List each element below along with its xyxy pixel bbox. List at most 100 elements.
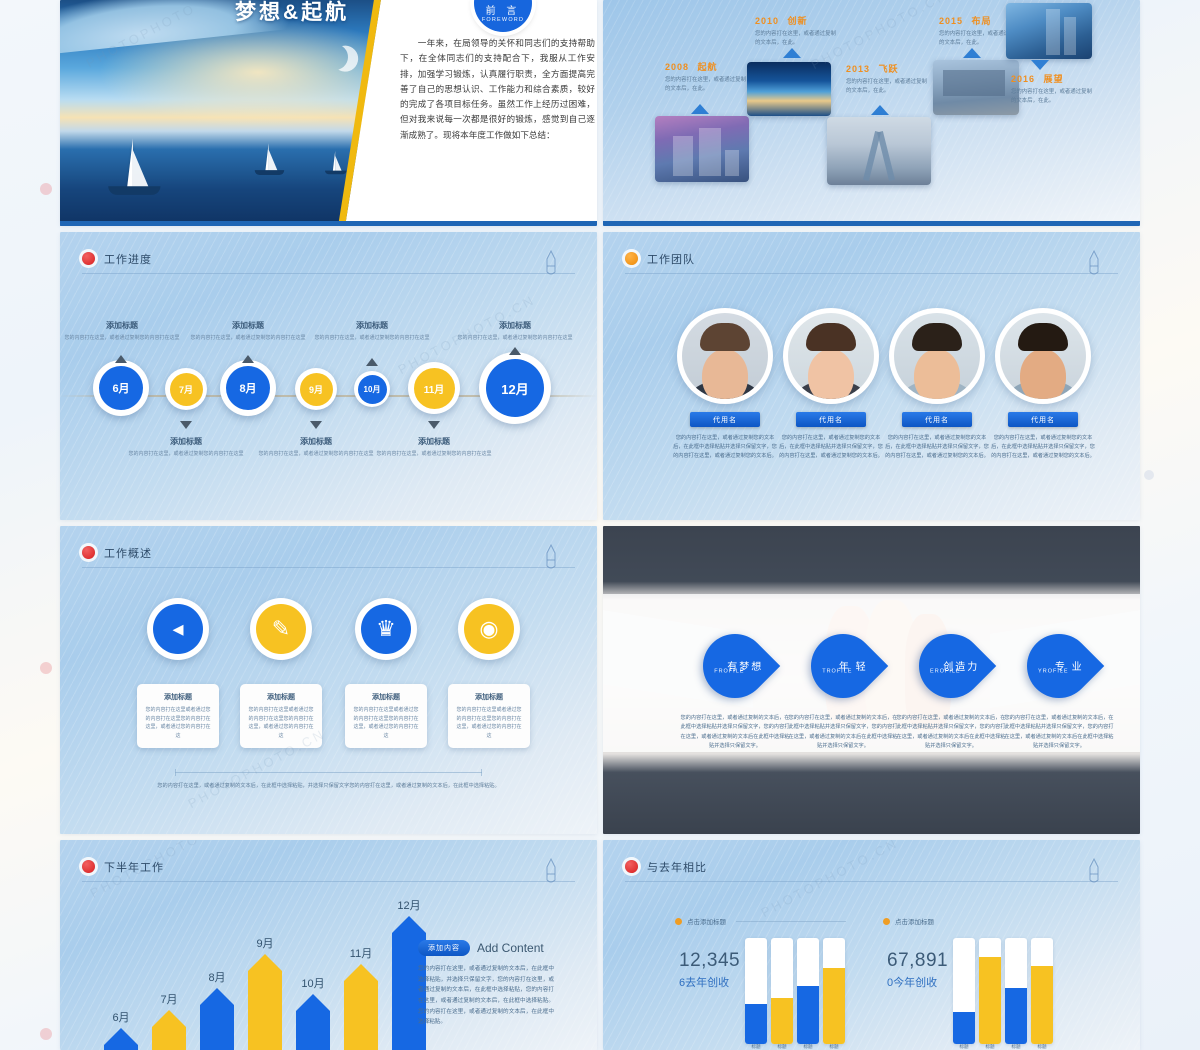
avatar[interactable]: [783, 308, 879, 404]
slide-secondhalf[interactable]: 下半年工作 6月 7月 8月 9月 10月 11月 12月 添加内容 Add C…: [60, 840, 597, 1050]
add-content-row[interactable]: 添加内容 Add Content: [418, 940, 544, 956]
overview-card[interactable]: 添加标题 您的内容打在这里或者通过您的内容打在这里您的内容打在这里，或者通过您的…: [345, 684, 427, 748]
arrow-bar-chart: 6月 7月 8月 9月 10月 11月 12月: [104, 890, 434, 1050]
compare-bar[interactable]: [953, 938, 975, 1044]
group-header-text: 点击添加标题: [895, 919, 934, 926]
timeline-node[interactable]: 11月: [408, 362, 460, 414]
timeline-caption: 添加标题 您的内容打在这里，或者通过复制您的内容打在这里: [312, 320, 432, 342]
compare-bar-label: 标题: [803, 1044, 813, 1049]
value-desc: 您的内容打在这里，或者通过复制的文本后，在此框中选择粘贴并选择只保留文字，您的内…: [1004, 715, 1114, 749]
value-subtitle: TROFILE: [822, 668, 853, 675]
timeline-node[interactable]: 7月: [165, 368, 207, 410]
milestone-2010[interactable]: 2010 创新 您的内容打在这里，或者通过复制的文本后，在此。: [755, 14, 841, 47]
cover-body-text: 一年来，在局领导的关怀和同志们的支持帮助下，在全体同志们的支持配合下，我服从工作…: [400, 38, 595, 140]
bar-6: 6月: [104, 1012, 138, 1050]
red-dot-icon: [82, 546, 95, 559]
member-name-badge[interactable]: 代用名: [796, 412, 866, 427]
overview-card[interactable]: 添加标题 您的内容打在这里或者通过您的内容打在这里您的内容打在这里，或者通过您的…: [240, 684, 322, 748]
milestone-2008[interactable]: 2008 起航 您的内容打在这里，或者通过复制的文本后，在此。: [665, 60, 751, 93]
caption-desc: 您的内容打在这里，或者通过复制您的内容打在这里: [314, 335, 430, 341]
avatar[interactable]: [995, 308, 1091, 404]
compare-bar[interactable]: [745, 938, 767, 1044]
triangle-marker-icon: [871, 105, 889, 115]
compare-bar[interactable]: [797, 938, 819, 1044]
member-name-badge[interactable]: 代用名: [1008, 412, 1078, 427]
milestone-thumb-2008[interactable]: [655, 116, 749, 182]
timeline-node[interactable]: 6月: [93, 360, 149, 416]
compare-bar[interactable]: [823, 938, 845, 1044]
deck-row-2: 工作进度 6月 7月 8月 9月 10月 11月 12月 添加标题 您的内容打在…: [60, 232, 1140, 520]
compare-group-header: 点击添加标题: [675, 916, 846, 926]
member-name: 代用名: [925, 416, 949, 424]
caption-desc: 您的内容打在这里，或者通过复制您的内容打在这里: [376, 451, 492, 457]
timeline-node-label: 7月: [169, 372, 203, 406]
bullet-dot-icon: [675, 917, 682, 925]
pen-icon: [546, 250, 556, 275]
timeline-caption: 添加标题 您的内容打在这里，或者通过复制您的内容打在这里: [126, 436, 246, 458]
milestone-2016[interactable]: 2016 展望 您的内容打在这里，或者通过复制的文本后，在此。: [1011, 72, 1097, 105]
foreword-badge-cn: 前 言: [485, 6, 521, 17]
arrow-down-icon: [180, 421, 192, 429]
overview-note: 您的内容打在这里，或者通过复制的文本后，在此框中选择粘贴，并选择只保留文字您的内…: [157, 783, 500, 789]
overview-card[interactable]: 添加标题 您的内容打在这里或者通过您的内容打在这里您的内容打在这里，或者通过您的…: [448, 684, 530, 748]
icon-glyph: ✎: [256, 604, 306, 654]
bar-9: 9月: [248, 938, 282, 1050]
timeline-node[interactable]: 8月: [220, 360, 276, 416]
caption-desc: 您的内容打在这里，或者通过复制您的内容打在这里: [190, 335, 306, 341]
avatar[interactable]: [677, 308, 773, 404]
overview-card[interactable]: 添加标题 您的内容打在这里或者通过您的内容打在这里您的内容打在这里，或者通过您的…: [137, 684, 219, 748]
arrow-up-icon: [509, 347, 521, 355]
timeline-node[interactable]: 12月: [479, 352, 551, 424]
slide-team[interactable]: 工作团队 代用名 您的内容打在这里，或者通过复制您的文本后，在此框中选择粘贴并选…: [603, 232, 1140, 520]
compare-bar[interactable]: [979, 938, 1001, 1044]
document-pen-icon[interactable]: ✎: [250, 598, 312, 660]
milestone-year: 2008: [665, 62, 690, 72]
add-content-body: 您的内容打在这里，或者通过复制的文本后，在此框中选择粘贴，并选择只保留文字，您的…: [418, 966, 554, 1026]
triangle-marker-icon: [1031, 60, 1049, 70]
slide-title: 工作概述: [104, 547, 152, 560]
play-circle-icon[interactable]: ◂: [147, 598, 209, 660]
value-subtitle: YROFILE: [1038, 668, 1069, 675]
bar-label: 11月: [349, 948, 373, 960]
caption-title: 添加标题: [170, 437, 202, 446]
milestone-thumb-2016[interactable]: [1006, 3, 1092, 59]
compare-bar-label: 标题: [1037, 1044, 1047, 1049]
compare-sub-text: 去年创收: [685, 977, 730, 989]
timeline-caption: 添加标题 您的内容打在这里，或者通过复制您的内容打在这里: [256, 436, 376, 458]
slide-milestones[interactable]: 2008 起航 您的内容打在这里，或者通过复制的文本后，在此。 2010 创新 …: [603, 0, 1140, 226]
member-desc: 您的内容打在这里，或者通过复制您的文本后，在此框中选择粘贴并选择只保留文字，您的…: [885, 435, 989, 460]
arrow-up-icon: [366, 358, 378, 366]
timeline-node[interactable]: 10月: [354, 371, 390, 407]
milestone-2013[interactable]: 2013 飞跃 您的内容打在这里，或者通过复制的文本后，在此。: [846, 62, 932, 95]
milestone-thumb-2010[interactable]: [747, 62, 831, 116]
milestone-thumb-2015[interactable]: [933, 60, 1019, 115]
bg-dot: [40, 662, 52, 674]
timeline-node-label: 11月: [413, 367, 455, 409]
value-desc: 您的内容打在这里，或者通过复制的文本后，在此框中选择粘贴并选择只保留文字，您的内…: [896, 715, 1006, 749]
compare-bar[interactable]: [1031, 938, 1053, 1044]
shield-crown-icon[interactable]: ♛: [355, 598, 417, 660]
timeline-node[interactable]: 9月: [295, 368, 337, 410]
value-subtitle: EROFILE: [930, 668, 961, 675]
pen-icon: [546, 858, 556, 883]
slide-title: 工作进度: [104, 253, 152, 266]
slide-values[interactable]: 有梦想 FROFILE 您的内容打在这里，或者通过复制的文本后，在此框中选择粘贴…: [603, 526, 1140, 834]
slide-cover[interactable]: 梦想&起航 前 言 FOREWORD 一年来，在局领导的关怀和同志们的支持帮助下…: [60, 0, 597, 226]
triangle-marker-icon: [783, 48, 801, 58]
badge-seal-icon[interactable]: ◉: [458, 598, 520, 660]
compare-bar[interactable]: [1005, 938, 1027, 1044]
sailboat: [254, 143, 285, 176]
compare-bar-label: 标题: [1011, 1044, 1021, 1049]
caption-desc: 您的内容打在这里，或者通过复制您的内容打在这里: [258, 451, 374, 457]
member-name: 代用名: [1031, 416, 1055, 424]
member-name-badge[interactable]: 代用名: [902, 412, 972, 427]
value-desc: 您的内容打在这里，或者通过复制的文本后，在此框中选择粘贴并选择只保留文字，您的内…: [680, 715, 790, 749]
slide-overview[interactable]: 工作概述 ◂ ✎ ♛ ◉ 添加标题 您的内容打在这里或者通过您的内容打在这里您的…: [60, 526, 597, 834]
timeline-node-label: 9月: [299, 372, 333, 406]
slide-progress[interactable]: 工作进度 6月 7月 8月 9月 10月 11月 12月 添加标题 您的内容打在…: [60, 232, 597, 520]
slide-compare[interactable]: 与去年相比 点击添加标题 12,345 6去年创收 标题 标题 标题 标题 点击…: [603, 840, 1140, 1050]
compare-bar[interactable]: [771, 938, 793, 1044]
member-name-badge[interactable]: 代用名: [690, 412, 760, 427]
milestone-thumb-2013[interactable]: [827, 117, 931, 185]
avatar[interactable]: [889, 308, 985, 404]
